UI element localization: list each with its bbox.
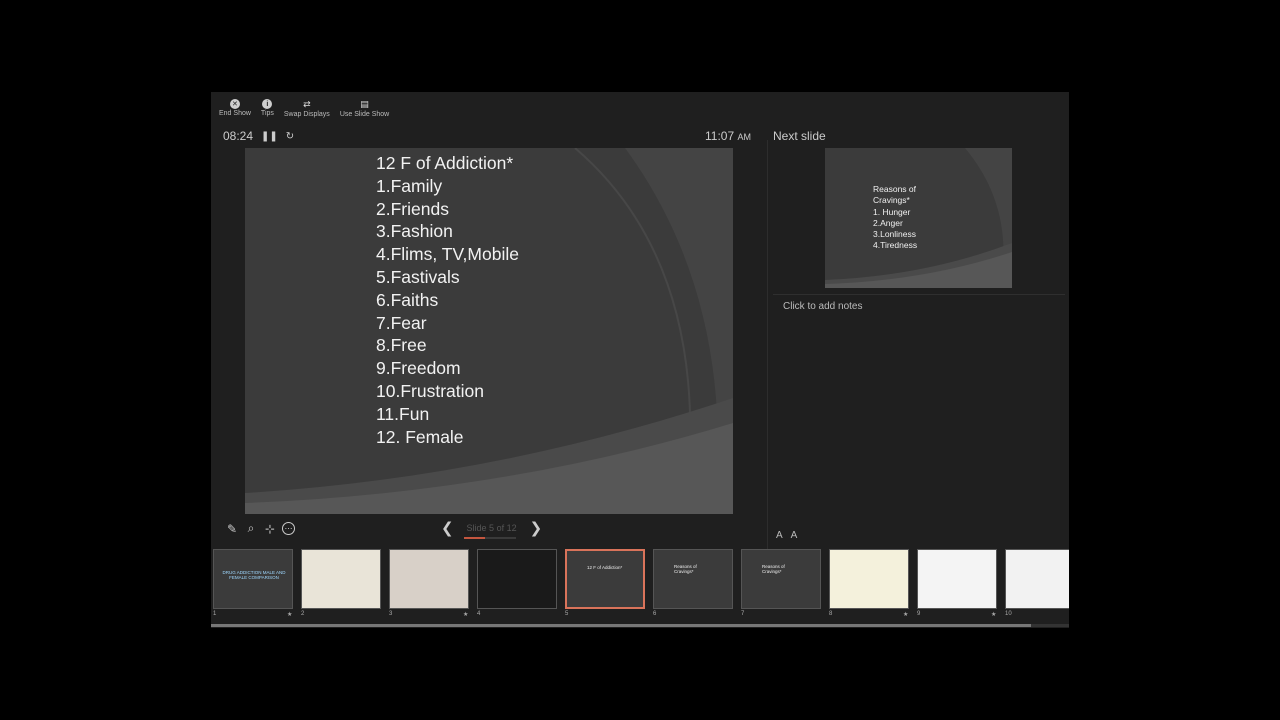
- slide-line: 6.Faiths: [376, 289, 439, 310]
- thumbnail-number: 1: [213, 611, 217, 617]
- slide-line: 3.Fashion: [376, 221, 453, 242]
- previous-slide-icon[interactable]: ❮: [441, 519, 454, 537]
- next-slide-background: [825, 148, 1012, 288]
- thumbnail-star-icon: ★: [463, 612, 469, 618]
- clock-ampm: AM: [737, 132, 751, 142]
- swap-displays-button[interactable]: ⇄ Swap Displays: [282, 97, 332, 120]
- clock-time: 11:07: [705, 129, 735, 143]
- thumbnail-number: 4: [477, 611, 481, 617]
- slide-thumbnail[interactable]: Reasons of Cravings*: [741, 549, 821, 609]
- slide-line: 10.Frustration: [376, 380, 484, 401]
- thumbnail-star-icon: ★: [903, 612, 909, 618]
- slide-line: 12. Female: [376, 426, 464, 447]
- slide-line: 7.Fear: [376, 312, 427, 333]
- slideshow-icon: ▤: [360, 99, 369, 109]
- slide-thumbnail[interactable]: Reasons of Cravings*: [653, 549, 733, 609]
- notes-area[interactable]: Click to add notes: [783, 301, 863, 312]
- slide-tools: ✎ ⌕ ⊹ ⋯: [225, 521, 295, 536]
- thumbnail-number: 9: [917, 611, 921, 617]
- next-slide-line: 3.Lonliness: [873, 229, 917, 240]
- elapsed-time: 08:24: [223, 129, 254, 143]
- slide-line: 11.Fun: [376, 403, 430, 424]
- slide-counter-text: Slide 5 of 12: [466, 523, 517, 533]
- slide-line: 2.Friends: [376, 198, 449, 219]
- pause-icon[interactable]: ❚❚: [261, 131, 278, 142]
- slide-line: 4.Flims, TV,Mobile: [376, 244, 519, 265]
- slide-thumbnail[interactable]: [1005, 549, 1069, 609]
- thumbnail-number: 7: [741, 611, 745, 617]
- slide-thumbnail[interactable]: [301, 549, 381, 609]
- slide-counter: Slide 5 of 12: [463, 523, 520, 539]
- slide-thumbnail[interactable]: [829, 549, 909, 609]
- info-icon: i: [262, 99, 273, 109]
- slide-navigation: ❮ Slide 5 of 12 ❯: [441, 519, 543, 539]
- thumbnail-number: 2: [301, 611, 305, 617]
- slide-line: 12 F of Addiction*: [376, 153, 514, 173]
- slide-thumbnail[interactable]: DRUG ADDICTION MALE AND FEMALE COMPARISO…: [213, 549, 293, 609]
- next-slide-line: 1. Hunger: [873, 206, 911, 217]
- slide-line: 8.Free: [376, 335, 427, 356]
- next-slide-preview[interactable]: Reasons of Cravings* 1. Hunger 2.Anger 3.Lon…: [825, 148, 1012, 288]
- clock: 11:07 AM: [705, 129, 751, 143]
- next-slide-label: Next slide: [773, 129, 826, 143]
- thumbnail-text: Reasons of Cravings*: [674, 564, 697, 575]
- thumbnail-text: 12 F of Addiction*: [587, 565, 623, 570]
- next-slide-text: Reasons of Cravings* 1. Hunger 2.Anger 3.Lon…: [873, 184, 917, 252]
- tips-button[interactable]: i Tips: [259, 97, 276, 120]
- pen-icon[interactable]: ✎: [225, 522, 239, 536]
- next-slide-line: Reasons of: [873, 184, 916, 194]
- swap-icon: ⇄: [303, 99, 311, 109]
- end-show-button[interactable]: ✕ End Show: [217, 97, 253, 120]
- slide-progress-fill: [463, 537, 486, 539]
- slide-line: 9.Freedom: [376, 358, 461, 379]
- next-slide-line: 4.Tiredness: [873, 240, 918, 251]
- thumbnail-number: 3: [389, 611, 393, 617]
- slide-thumbnail[interactable]: [917, 549, 997, 609]
- thumbnail-star-icon: ★: [287, 612, 293, 618]
- zoom-icon[interactable]: ⌕: [244, 521, 258, 536]
- thumbnail-text: Reasons of Cravings*: [762, 564, 785, 575]
- reset-icon[interactable]: ↻: [286, 131, 294, 142]
- more-options-icon[interactable]: ⋯: [282, 522, 295, 535]
- panel-divider[interactable]: [767, 140, 768, 550]
- slide-thumbnail-strip: DRUG ADDICTION MALE AND FEMALE COMPARISO…: [211, 549, 1069, 623]
- use-slide-show-label: Use Slide Show: [339, 111, 390, 118]
- notes-font-controls: A A: [776, 530, 797, 541]
- elapsed-timer: 08:24 ❚❚ ↻: [223, 129, 294, 143]
- slide-thumbnail[interactable]: 12 F of Addiction*: [565, 549, 645, 609]
- slide-thumbnail[interactable]: [389, 549, 469, 609]
- thumbnail-scrollbar[interactable]: [211, 624, 1069, 627]
- thumbnail-number: 5: [565, 611, 569, 617]
- close-icon: ✕: [229, 99, 240, 109]
- slide-line: 1.Family: [376, 175, 443, 196]
- thumbnail-number: 8: [829, 611, 833, 617]
- thumbnail-number: 6: [653, 611, 657, 617]
- thumbnail-star-icon: ★: [991, 612, 997, 618]
- slide-progress-bar: [463, 537, 516, 539]
- current-slide[interactable]: 12 F of Addiction* 1.Family 2.Friends 3.Fas…: [245, 148, 733, 514]
- decrease-font-button[interactable]: A: [791, 530, 798, 541]
- presenter-view-window: ✕ End Show i Tips ⇄ Swap Displays ▤ Use …: [211, 92, 1069, 628]
- scrollbar-thumb[interactable]: [211, 624, 1031, 627]
- next-slide-icon[interactable]: ❯: [530, 519, 543, 537]
- notes-separator: [773, 294, 1065, 295]
- next-slide-line: Cravings*: [873, 195, 910, 206]
- swap-displays-label: Swap Displays: [283, 111, 330, 118]
- slide-thumbnail[interactable]: [477, 549, 557, 609]
- end-show-label: End Show: [219, 110, 251, 117]
- tips-label: Tips: [260, 110, 274, 117]
- slide-text: 12 F of Addiction* 1.Family 2.Friends 3.Fas…: [376, 152, 519, 448]
- thumbnail-text: DRUG ADDICTION MALE AND FEMALE COMPARISO…: [222, 570, 286, 581]
- pointer-icon[interactable]: ⊹: [263, 522, 277, 536]
- presenter-toolbar: ✕ End Show i Tips ⇄ Swap Displays ▤ Use …: [217, 97, 391, 120]
- use-slide-show-button[interactable]: ▤ Use Slide Show: [338, 97, 391, 120]
- next-slide-line: 2.Anger: [873, 217, 903, 228]
- thumbnail-number: 10: [1005, 611, 1012, 617]
- slide-line: 5.Fastivals: [376, 266, 460, 287]
- increase-font-button[interactable]: A: [776, 530, 783, 541]
